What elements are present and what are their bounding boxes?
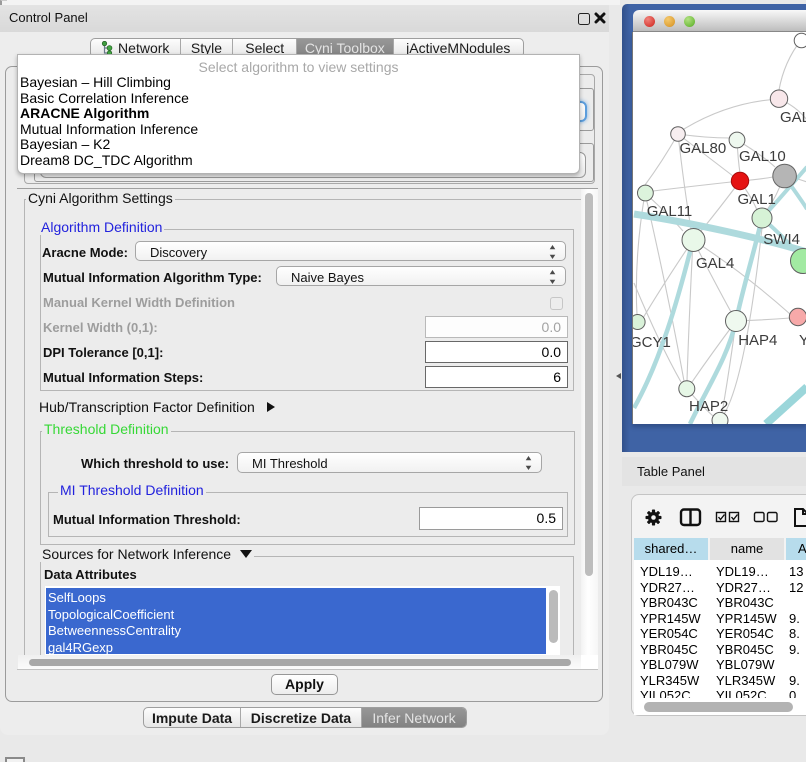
svg-text:Y: Y xyxy=(799,332,806,349)
svg-text:GCY1: GCY1 xyxy=(633,334,671,351)
svg-text:GAL11: GAL11 xyxy=(647,203,693,220)
svg-text:GAL10: GAL10 xyxy=(739,148,786,165)
svg-text:GAL: GAL xyxy=(780,109,806,126)
svg-text:GAL1: GAL1 xyxy=(738,191,776,208)
svg-text:GAL4: GAL4 xyxy=(696,255,734,272)
svg-text:HAP2: HAP2 xyxy=(689,398,728,415)
svg-text:SWI4: SWI4 xyxy=(763,231,800,248)
svg-text:GAL80: GAL80 xyxy=(680,140,727,157)
svg-text:HAP4: HAP4 xyxy=(738,332,777,349)
